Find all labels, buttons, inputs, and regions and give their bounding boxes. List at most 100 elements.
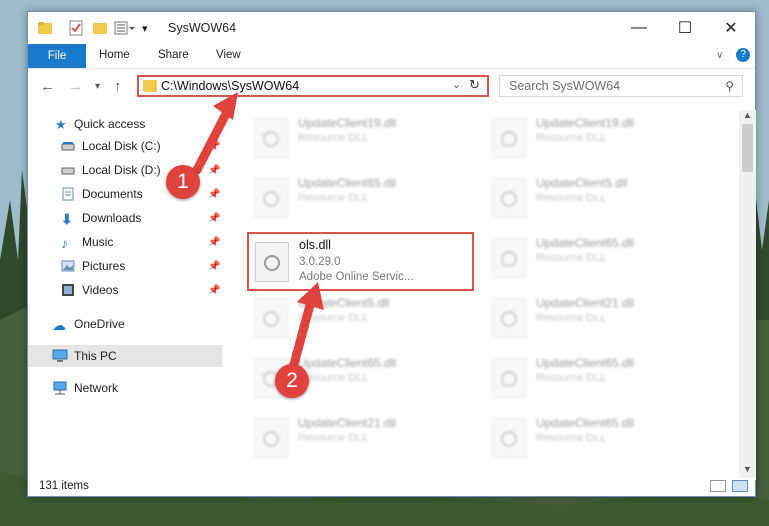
file-explorer-window: ▾ SysWOW64 — ☐ ✕ File Home Share View ∨ …: [27, 11, 756, 497]
folder-icon: [37, 20, 53, 36]
callout-badge-1: 1: [166, 165, 200, 199]
sidebar-item-label: Music: [82, 235, 114, 249]
list-item[interactable]: UpdateClient19.dll Resource DLL: [246, 112, 476, 162]
sidebar-item-onedrive[interactable]: ☁ OneDrive: [28, 313, 222, 335]
pin-icon[interactable]: 📌: [208, 213, 220, 224]
pictures-icon: [61, 259, 75, 273]
scroll-up-arrow-icon[interactable]: ▲: [739, 110, 756, 124]
tab-home[interactable]: Home: [99, 49, 130, 61]
search-field[interactable]: Search SysWOW64 ⚲: [499, 75, 743, 97]
sidebar-item-label: Videos: [82, 283, 119, 297]
scroll-thumb[interactable]: [742, 124, 753, 172]
dll-file-icon: [492, 358, 526, 398]
drive-icon: [61, 139, 75, 153]
window-title: SysWOW64: [168, 21, 237, 35]
list-item[interactable]: UpdateClient65.dll Resource DLL: [246, 172, 476, 222]
navigation-pane: ★ Quick access Local Disk (C:) 📌 Local D…: [28, 110, 222, 480]
dll-file-icon: [492, 178, 526, 218]
properties-check-icon[interactable]: [68, 20, 84, 36]
vertical-scrollbar[interactable]: ▲ ▼: [739, 110, 756, 480]
dll-file-icon: [492, 298, 526, 338]
pin-icon[interactable]: 📌: [208, 237, 220, 248]
folder-icon: [143, 80, 157, 92]
search-icon[interactable]: ⚲: [725, 79, 734, 93]
new-folder-icon[interactable]: [92, 20, 108, 36]
sidebar-item-quick-access[interactable]: ★ Quick access: [28, 113, 222, 135]
file-version: 3.0.29.0: [299, 256, 341, 268]
tab-share[interactable]: Share: [158, 49, 189, 61]
sidebar-item-pictures[interactable]: Pictures 📌: [28, 255, 222, 277]
dll-file-icon: [254, 178, 288, 218]
details-view-icon[interactable]: [710, 480, 726, 492]
dll-file-icon: [492, 118, 526, 158]
large-icons-view-icon[interactable]: [732, 480, 748, 492]
documents-icon: [61, 187, 75, 201]
tab-view[interactable]: View: [216, 49, 241, 61]
pin-icon[interactable]: 📌: [208, 141, 220, 152]
list-item[interactable]: UpdateClient5.dll Resource DLL: [246, 292, 476, 342]
sidebar-item-label: Downloads: [82, 211, 142, 225]
search-placeholder: Search SysWOW64: [509, 79, 621, 93]
sidebar-item-label: Documents: [82, 187, 143, 201]
ribbon: File Home Share View ∨ ?: [28, 44, 755, 69]
sidebar-item-label: Quick access: [74, 117, 146, 131]
close-button[interactable]: ✕: [708, 12, 754, 44]
sidebar-item-label: Network: [74, 381, 119, 395]
list-item[interactable]: UpdateClient21.dll Resource DLL: [484, 292, 714, 342]
sidebar-item-label: OneDrive: [74, 317, 125, 331]
dll-file-icon: [492, 238, 526, 278]
sidebar-item-network[interactable]: Network: [28, 377, 222, 399]
tab-file[interactable]: File: [28, 44, 86, 68]
cloud-icon: ☁: [52, 317, 66, 333]
drive-icon: [61, 163, 75, 177]
file-description: Adobe Online Servic...: [299, 271, 414, 283]
file-list: UpdateClient19.dll Resource DLL UpdateCl…: [240, 110, 740, 480]
sidebar-item-label: Local Disk (C:): [82, 139, 161, 153]
pin-icon[interactable]: 📌: [208, 261, 220, 272]
forward-arrow-icon[interactable]: →: [68, 78, 83, 95]
recent-locations-chevron-icon[interactable]: ▾: [95, 81, 100, 92]
star-icon: ★: [55, 117, 67, 132]
help-icon[interactable]: ?: [736, 48, 750, 62]
sidebar-item-local-disk-c[interactable]: Local Disk (C:) 📌: [28, 135, 222, 157]
sidebar-item-music[interactable]: ♪ Music 📌: [28, 231, 222, 253]
expand-ribbon-icon[interactable]: ∨: [716, 50, 723, 61]
list-item[interactable]: UpdateClient19.dll Resource DLL: [484, 112, 714, 162]
maximize-button[interactable]: ☐: [662, 12, 708, 44]
sidebar-item-videos[interactable]: Videos 📌: [28, 279, 222, 301]
list-item[interactable]: UpdateClient5.dll Resource DLL: [484, 172, 714, 222]
refresh-icon[interactable]: ↻: [469, 77, 480, 93]
customize-toolbar-icon[interactable]: [114, 20, 135, 36]
back-arrow-icon[interactable]: ←: [40, 78, 55, 95]
downloads-icon: ⬇: [61, 211, 73, 227]
pin-icon[interactable]: 📌: [208, 285, 220, 296]
dll-file-icon: [492, 418, 526, 458]
pin-icon[interactable]: 📌: [208, 165, 220, 176]
item-count: 131 items: [39, 480, 89, 492]
pin-icon[interactable]: 📌: [208, 189, 220, 200]
dll-file-icon: [255, 242, 289, 282]
highlighted-file-ols-dll[interactable]: ols.dll 3.0.29.0 Adobe Online Servic...: [247, 232, 474, 291]
list-item[interactable]: UpdateClient65.dll Resource DLL: [484, 352, 714, 402]
sidebar-item-label: Local Disk (D:): [82, 163, 161, 177]
list-item[interactable]: UpdateClient65.dll Resource DLL: [484, 232, 714, 282]
address-history-chevron-icon[interactable]: ⌄: [452, 78, 461, 91]
minimize-button[interactable]: —: [616, 12, 662, 44]
up-arrow-icon[interactable]: ↑: [114, 78, 122, 95]
scroll-down-arrow-icon[interactable]: ▼: [739, 464, 756, 478]
file-name: ols.dll: [299, 238, 331, 252]
list-item[interactable]: UpdateClient21.dll Resource DLL: [246, 412, 476, 462]
chevron-down-icon[interactable]: ▾: [142, 22, 158, 38]
dll-file-icon: [254, 418, 288, 458]
sidebar-item-label: Pictures: [82, 259, 126, 273]
sidebar-item-label: This PC: [74, 349, 117, 363]
computer-icon: [52, 349, 68, 363]
dll-file-icon: [254, 118, 288, 158]
sidebar-item-this-pc[interactable]: This PC: [28, 345, 222, 367]
address-path: C:\Windows\SysWOW64: [161, 79, 300, 93]
sidebar-item-downloads[interactable]: ⬇ Downloads 📌: [28, 207, 222, 229]
videos-icon: [61, 283, 75, 297]
address-bar[interactable]: C:\Windows\SysWOW64: [137, 75, 489, 97]
list-item[interactable]: UpdateClient65.dll Resource DLL: [484, 412, 714, 462]
callout-badge-2: 2: [275, 364, 309, 398]
